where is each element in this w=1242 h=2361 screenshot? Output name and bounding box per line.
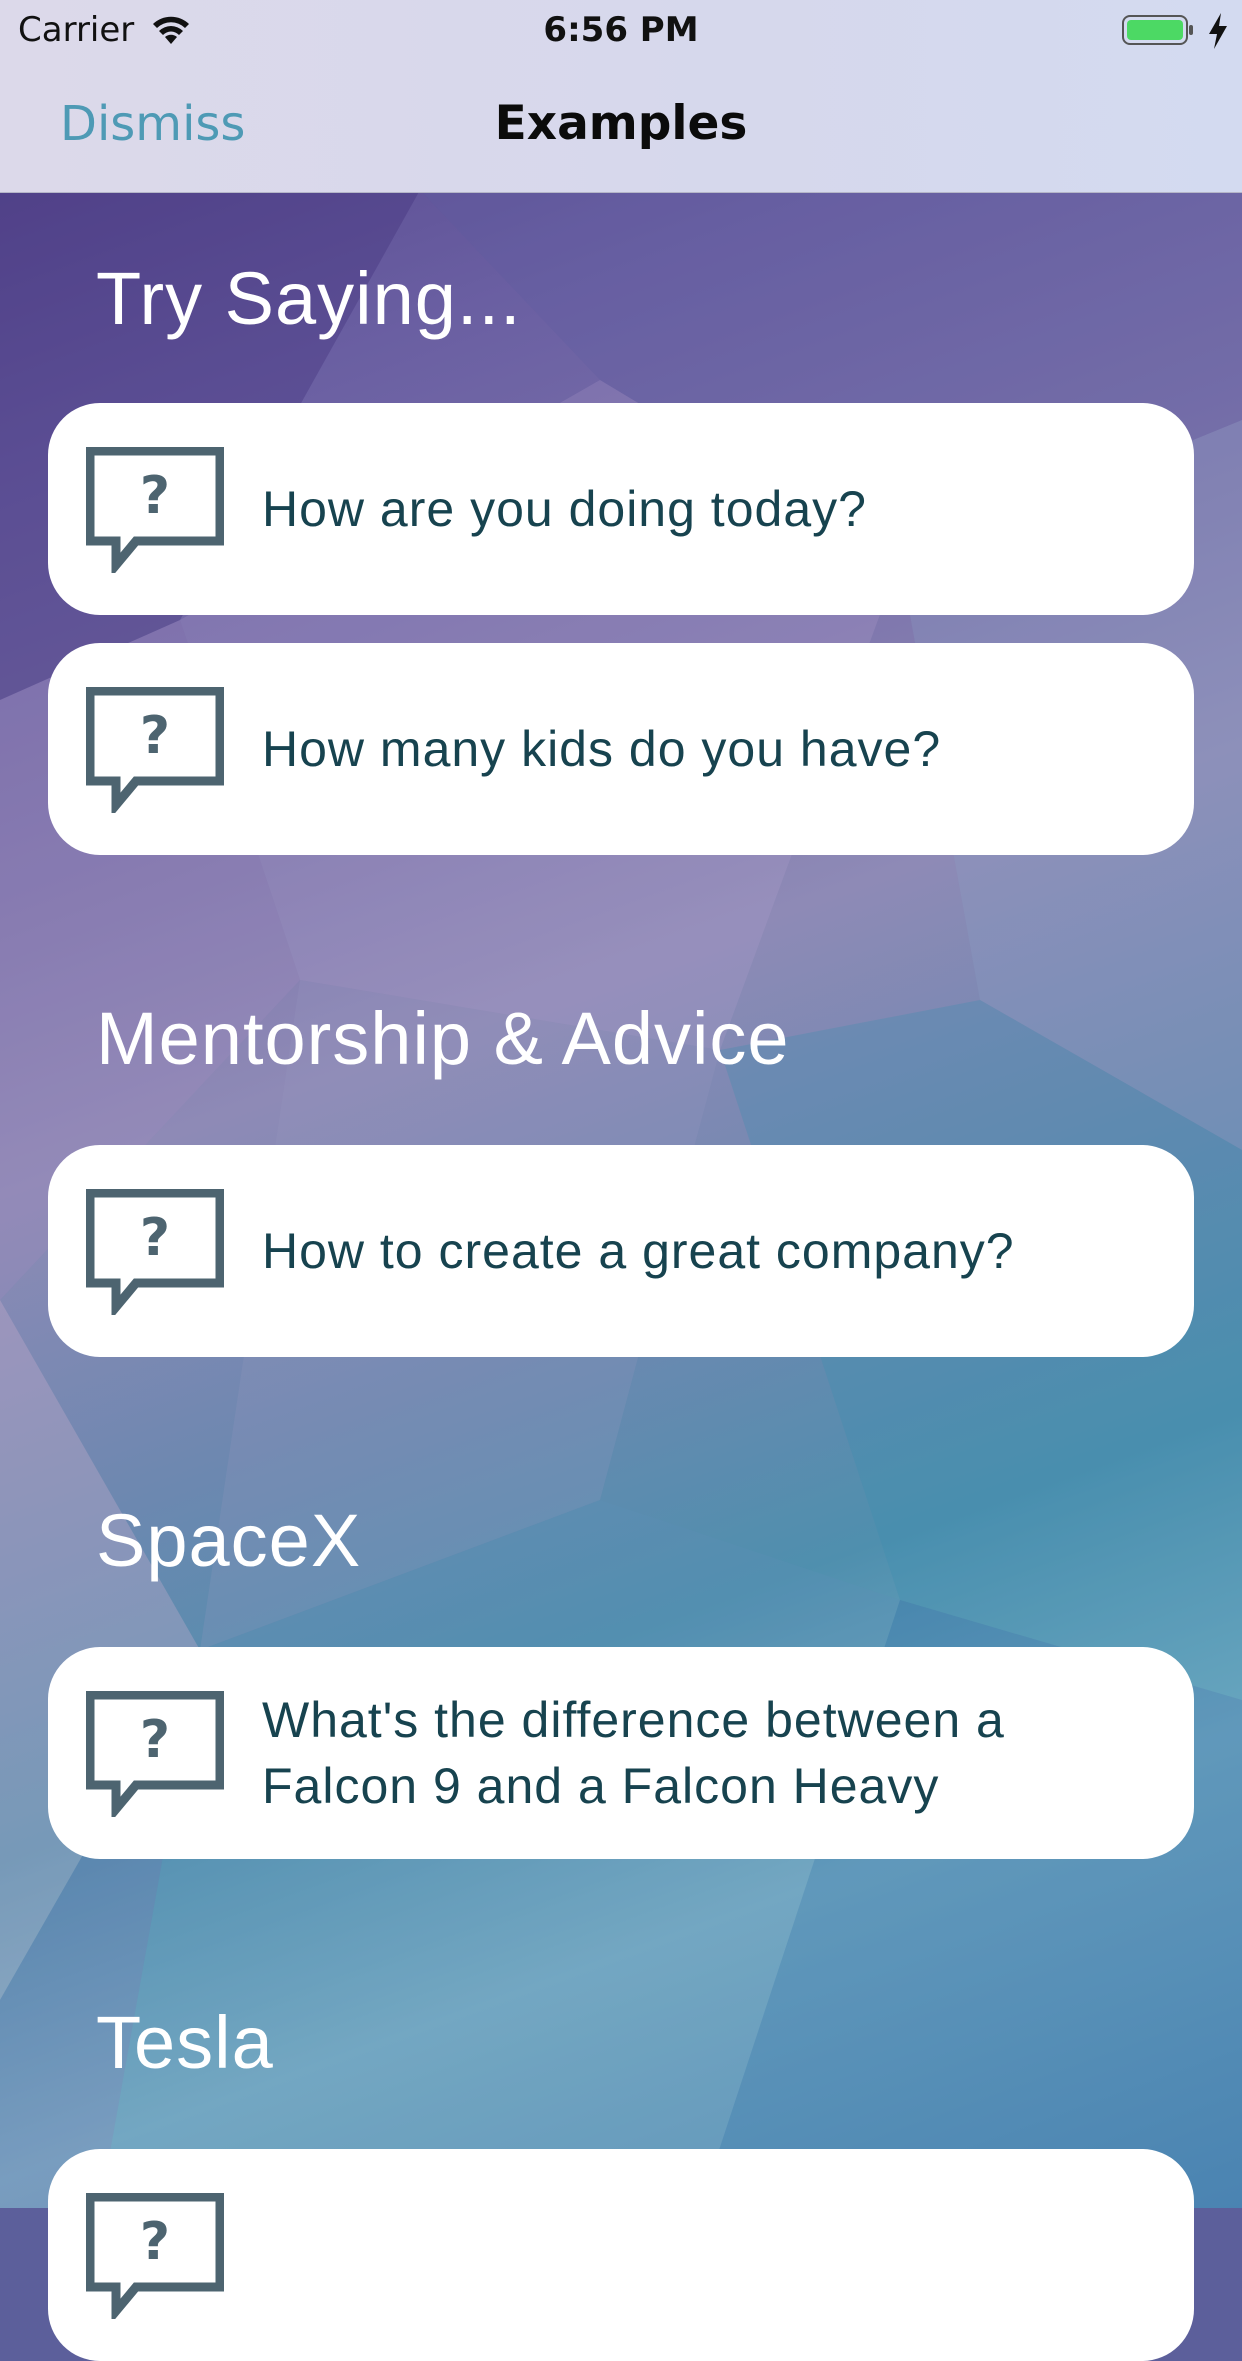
example-text: What's the difference between a Falcon 9… <box>262 1692 1005 1814</box>
svg-text:?: ? <box>140 1710 170 1770</box>
svg-text:?: ? <box>140 706 170 766</box>
example-card[interactable]: ? How are you doing today? <box>48 403 1194 615</box>
example-text <box>262 2149 1154 2361</box>
question-speech-bubble-icon: ? <box>86 1189 224 1315</box>
section-title-mentorship: Mentorship & Advice <box>96 997 790 1080</box>
svg-text:?: ? <box>140 466 170 526</box>
nav-title: Examples <box>494 96 748 151</box>
example-card[interactable]: ? How many kids do you have? <box>48 643 1194 855</box>
example-text: How many kids do you have? <box>262 721 942 777</box>
example-card[interactable]: ? <box>48 2149 1194 2361</box>
question-speech-bubble-icon: ? <box>86 1691 224 1817</box>
example-text: How are you doing today? <box>262 481 867 537</box>
example-card[interactable]: ? What's the difference between a Falcon… <box>48 1647 1194 1859</box>
question-speech-bubble-icon: ? <box>86 687 224 813</box>
clock: 6:56 PM <box>543 10 699 50</box>
section-title-spacex: SpaceX <box>96 1499 362 1582</box>
example-card[interactable]: ? How to create a great company? <box>48 1145 1194 1357</box>
battery-icon <box>1122 15 1193 45</box>
svg-text:?: ? <box>140 2212 170 2272</box>
section-title-try-saying: Try Saying... <box>96 257 522 340</box>
example-text: How to create a great company? <box>262 1223 1015 1279</box>
question-speech-bubble-icon: ? <box>86 2193 224 2319</box>
question-speech-bubble-icon: ? <box>86 447 224 573</box>
svg-text:?: ? <box>140 1208 170 1268</box>
status-bar: Carrier 6:56 PM <box>0 0 1242 62</box>
charging-bolt-icon <box>1209 13 1227 49</box>
navigation-bar: Carrier 6:56 PM Dismiss Examples <box>0 0 1242 193</box>
section-title-tesla: Tesla <box>96 2001 274 2084</box>
